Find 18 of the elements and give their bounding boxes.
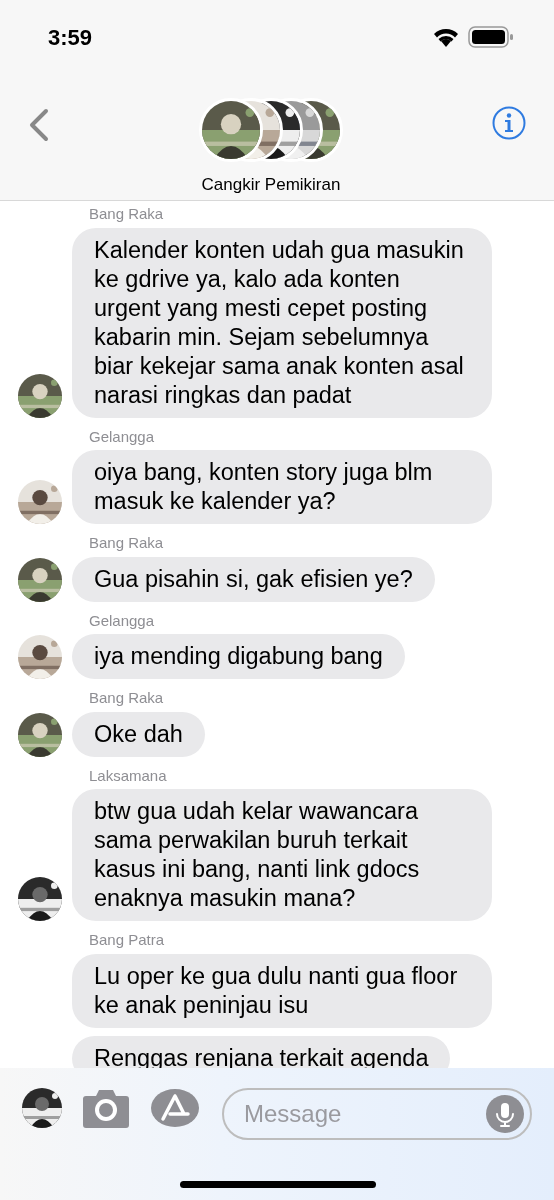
message-bubble: oiya bang, konten story juga blm masuk ke kalender ya?: [72, 450, 492, 524]
sender-name: Gelangga: [89, 426, 156, 447]
message-field[interactable]: Message: [222, 1088, 532, 1140]
message-bubble: iya mending digabung bang: [72, 634, 405, 679]
message-bubble: Kalender konten udah gua masukin ke gdrive ya, kalo ada konten urgent yang mesti cepet posting kabarin min. Sejam sebelumnya biar kekejar sama anak konten asal narasi ringkas dan padat: [72, 227, 492, 418]
sender-name: Bang Raka: [89, 688, 165, 708]
message-input[interactable]: Message: [244, 1096, 486, 1132]
sender-name: Gelangga: [89, 610, 156, 631]
sender-name: Laksamana: [89, 765, 168, 786]
message-bubble: Gua pisahin si, gak efisien ye?: [72, 556, 435, 602]
sender-name: Bang Patra: [89, 930, 166, 950]
status-time: 3:59: [48, 23, 93, 52]
message-bubble: Oke dah: [72, 711, 205, 757]
sender-name: Bang Raka: [89, 533, 165, 553]
message-bubble: btw gua udah kelar wawancara sama perwakilan buruh terkait kasus ini bang, nanti link gdocs enaknya masukin mana?: [72, 789, 492, 921]
group-name[interactable]: Cangkir Pemikiran: [201, 172, 341, 198]
message-bubble: Lu oper ke gua dulu nanti gua floor ke anak peninjau isu: [72, 953, 492, 1028]
sender-name: Bang Raka: [89, 204, 165, 224]
